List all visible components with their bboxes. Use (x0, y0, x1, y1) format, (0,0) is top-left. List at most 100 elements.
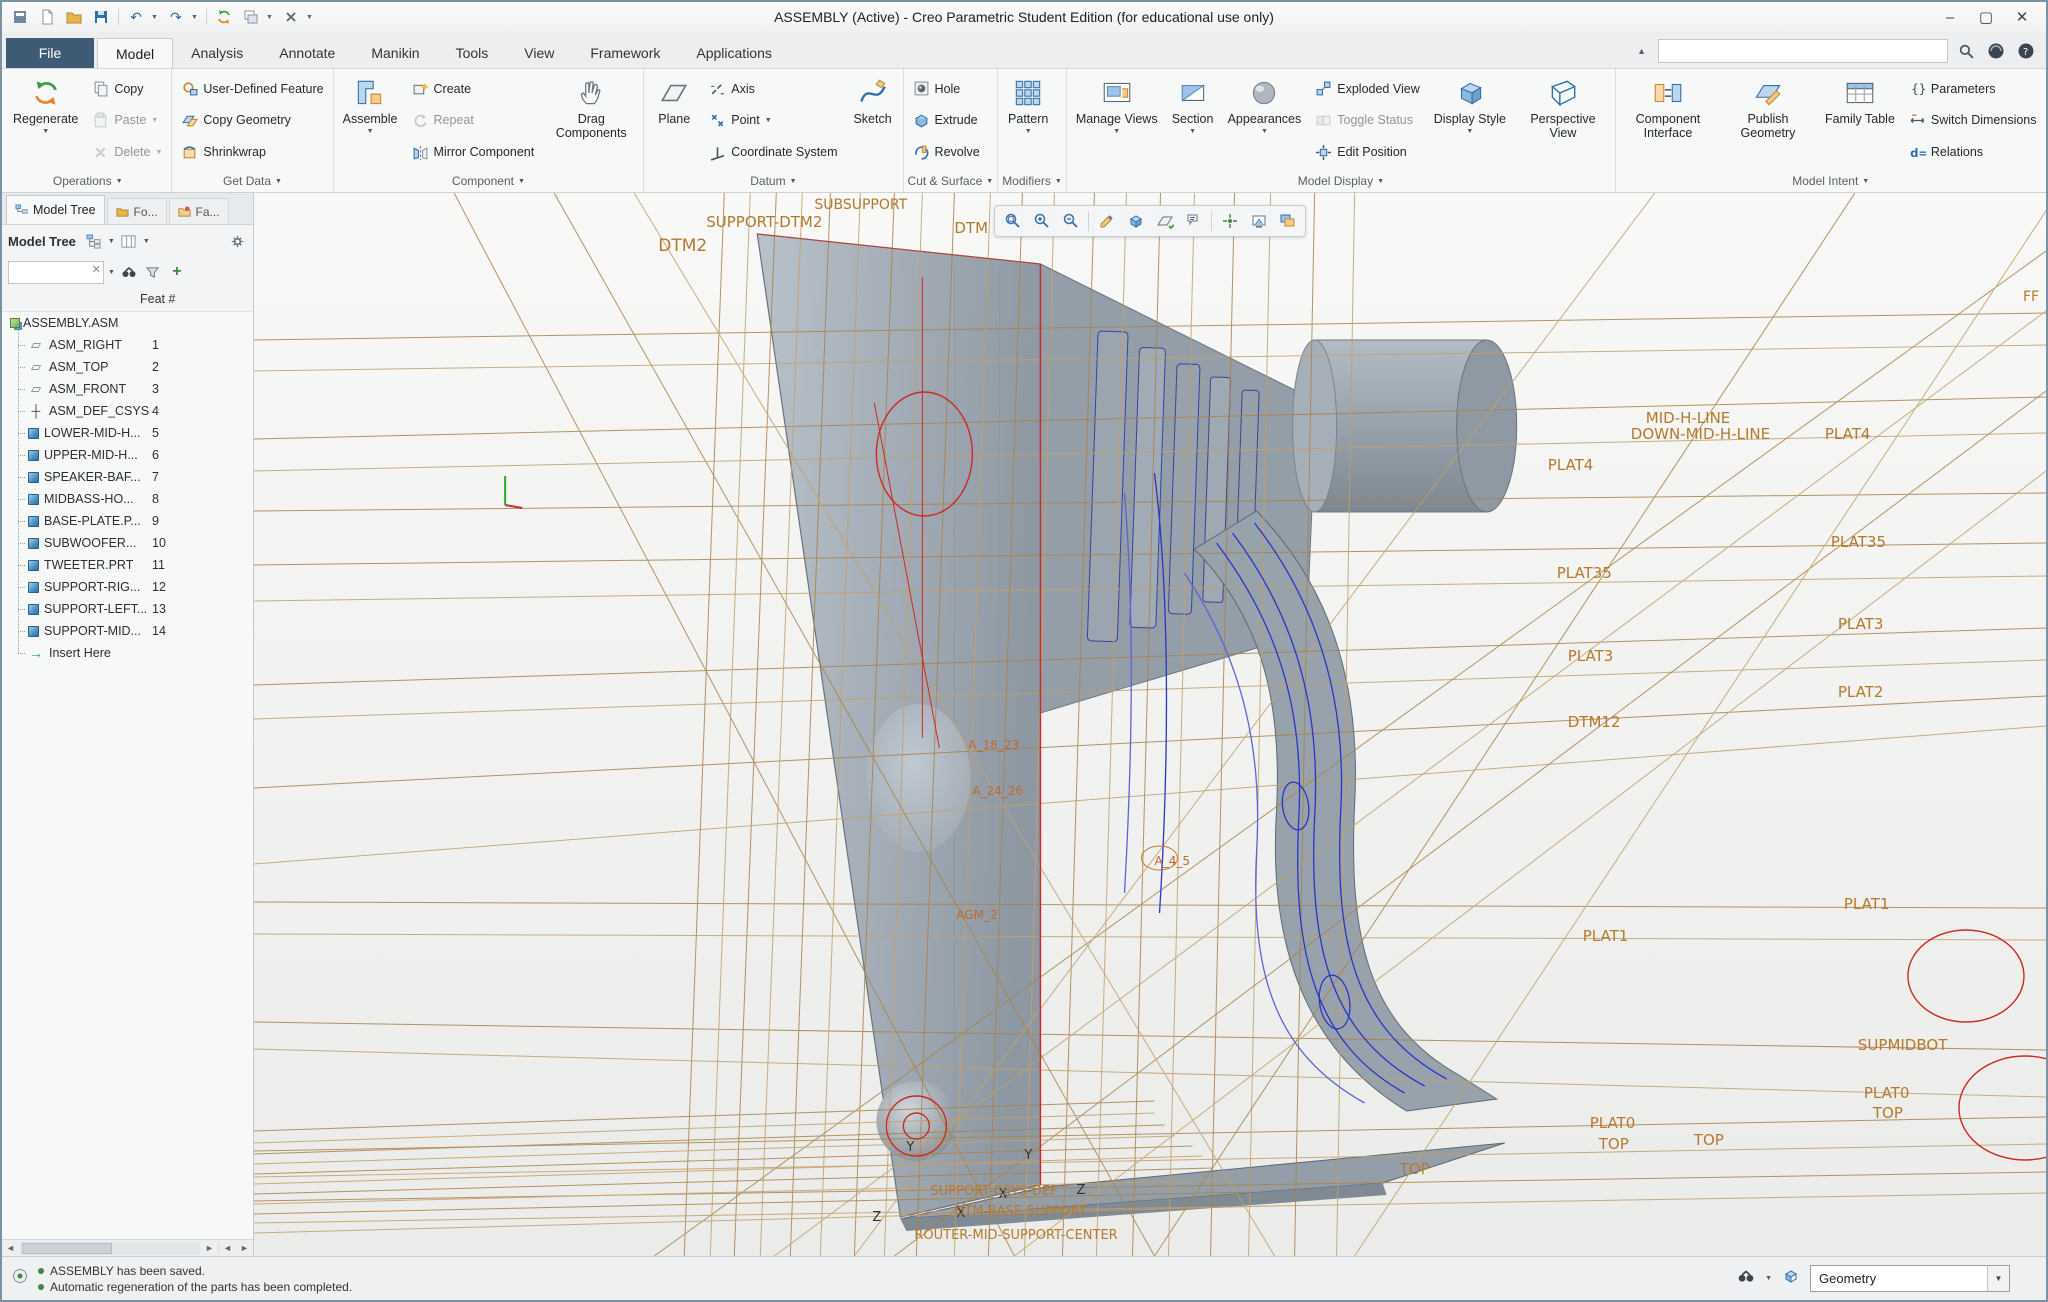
datum-label[interactable]: PLAT2 (1838, 683, 1884, 701)
spin-center-icon[interactable] (1216, 208, 1243, 234)
datum-label[interactable]: TOP (1598, 1135, 1629, 1153)
tab-annotate[interactable]: Annotate (261, 38, 353, 68)
regenerate-button[interactable]: Regenerate ▼ (8, 71, 83, 170)
datum-label[interactable]: DTM2 (658, 236, 707, 256)
tab-file[interactable]: File (6, 38, 94, 68)
filter-funnel-icon[interactable] (143, 262, 163, 282)
open-file-button[interactable] (62, 6, 86, 28)
create-component-button[interactable]: Create (407, 75, 540, 102)
search-tool-icon[interactable] (1737, 1267, 1755, 1290)
datum-label[interactable]: AGM_2 (956, 908, 997, 922)
help-icon[interactable]: ? (2014, 39, 2038, 63)
tab-model-tree[interactable]: Model Tree (6, 195, 105, 224)
datum-label[interactable]: PLAT3 (1568, 647, 1614, 665)
datum-label[interactable]: ROUTER-MID-SUPPORT-CENTER (914, 1228, 1117, 1243)
tab-favorites[interactable]: Fa... (169, 198, 229, 224)
tab-applications[interactable]: Applications (678, 38, 790, 68)
tree-row[interactable]: ASM_RIGHT 1 (2, 334, 253, 356)
command-search-input[interactable] (1658, 39, 1948, 63)
close-button[interactable]: ✕ (2004, 5, 2040, 29)
datum-plane-button[interactable]: Plane (648, 71, 700, 170)
tree-row[interactable]: ASM_FRONT 3 (2, 378, 253, 400)
copy-button[interactable]: Copy (87, 75, 167, 102)
datum-label[interactable]: DTM12 (1568, 713, 1621, 731)
tree-column-header[interactable]: Feat # (2, 287, 253, 312)
graphics-area[interactable]: DTM2SUPPORT-DTM2SUBSUPPORTDTMFFMID-H-LIN… (254, 193, 2046, 1256)
tree-horizontal-scrollbar[interactable]: ◄ ► ◄ ► (2, 1239, 253, 1256)
tree-settings-icon[interactable] (227, 231, 247, 251)
tree-row[interactable]: BASE-PLATE.P... 9 (2, 510, 253, 532)
clear-filter-icon[interactable]: ✕ (92, 265, 101, 276)
section-button[interactable]: Section ▼ (1167, 71, 1219, 170)
copy-geometry-button[interactable]: Copy Geometry (176, 107, 328, 134)
find-binoculars-icon[interactable] (119, 262, 139, 282)
regenerate-quick-button[interactable] (212, 6, 236, 28)
tree-row[interactable]: ASSEMBLY.ASM (2, 312, 253, 334)
hole-button[interactable]: Hole (908, 75, 985, 102)
redo-caret-icon[interactable]: ▼ (191, 14, 201, 21)
datum-label[interactable]: Y (1023, 1148, 1032, 1163)
datum-label[interactable]: PLAT0 (1590, 1114, 1636, 1132)
collapse-ribbon-button[interactable]: ▲ (1631, 44, 1652, 58)
component-interface-button[interactable]: Component Interface (1620, 71, 1716, 170)
window-switch-button[interactable] (239, 6, 263, 28)
message-log[interactable]: ASSEMBLY has been saved. Automatic regen… (38, 1264, 352, 1294)
datum-label[interactable]: TOP (1399, 1160, 1430, 1178)
combo-arrow-icon[interactable]: ▼ (1987, 1266, 2009, 1291)
perspective-view-button[interactable]: Perspective View (1515, 71, 1611, 170)
search-tool-caret[interactable]: ▼ (1765, 1275, 1772, 1282)
column-scroll-left-icon[interactable]: ◄ (219, 1243, 236, 1253)
scroll-left-icon[interactable]: ◄ (2, 1243, 19, 1253)
tree-row[interactable]: Insert Here (2, 642, 253, 664)
datum-label[interactable]: SUPMIDBOT (1858, 1036, 1948, 1054)
support-arm[interactable] (1195, 511, 1497, 1111)
datum-axis-button[interactable]: Axis (704, 75, 842, 102)
selection-filter-combo[interactable]: Geometry ▼ (1810, 1265, 2010, 1292)
add-filter-icon[interactable]: + (167, 262, 187, 282)
switch-dimensions-button[interactable]: Switch Dimensions (1904, 107, 2042, 134)
manage-views-button[interactable]: Manage Views ▼ (1071, 71, 1163, 170)
saved-orientations-icon[interactable] (1245, 208, 1272, 234)
publish-geometry-button[interactable]: Publish Geometry (1720, 71, 1816, 170)
tree-row[interactable]: SUPPORT-LEFT... 13 (2, 598, 253, 620)
creo-app-icon[interactable] (8, 6, 32, 28)
tweeter-cylinder[interactable] (1293, 340, 1517, 512)
close-window-button[interactable] (279, 6, 303, 28)
datum-label[interactable]: TOP (1872, 1104, 1903, 1122)
annotation-display-icon[interactable] (1180, 208, 1207, 234)
tab-model[interactable]: Model (97, 38, 173, 68)
refit-icon[interactable] (999, 208, 1026, 234)
tree-row[interactable]: SUBWOOFER... 10 (2, 532, 253, 554)
undo-button[interactable]: ↶ (124, 6, 148, 28)
tree-columns-caret[interactable]: ▼ (143, 238, 150, 245)
group-label-modifiers[interactable]: Modifiers▼ (1002, 170, 1062, 192)
datum-label[interactable]: PLAT4 (1548, 456, 1594, 474)
edit-position-button[interactable]: Edit Position (1310, 139, 1424, 166)
group-label-component[interactable]: Component▼ (338, 170, 640, 192)
group-label-model-display[interactable]: Model Display▼ (1071, 170, 1611, 192)
datum-point-button[interactable]: Point ▼ (704, 107, 842, 134)
pattern-button[interactable]: Pattern ▼ (1002, 71, 1054, 170)
datum-label[interactable]: PLAT3 (1838, 615, 1884, 633)
datum-label[interactable]: PLAT0 (1864, 1084, 1910, 1102)
redo-button[interactable]: ↷ (164, 6, 188, 28)
select-items-icon[interactable] (1782, 1267, 1800, 1290)
status-sphere-icon[interactable] (1984, 39, 2008, 63)
tree-row[interactable]: SUPPORT-RIG... 12 (2, 576, 253, 598)
datum-label[interactable]: PLAT35 (1557, 564, 1612, 582)
zoom-in-icon[interactable] (1028, 208, 1055, 234)
tree-row[interactable]: ASM_DEF_CSYS 4 (2, 400, 253, 422)
group-label-datum[interactable]: Datum▼ (648, 170, 898, 192)
datum-label[interactable]: DTM-BASE-SUPPORT (954, 1204, 1086, 1219)
view-manager-icon[interactable] (1274, 208, 1301, 234)
user-defined-feature-button[interactable]: User-Defined Feature (176, 75, 328, 102)
new-file-button[interactable] (35, 6, 59, 28)
group-label-operations[interactable]: Operations▼ (8, 170, 167, 192)
window-caret-icon[interactable]: ▼ (266, 14, 276, 21)
tree-hierarchy-caret[interactable]: ▼ (108, 238, 115, 245)
maximize-button[interactable]: ▢ (1968, 5, 2004, 29)
tab-tools[interactable]: Tools (438, 38, 507, 68)
datum-label[interactable]: Z (872, 1210, 881, 1225)
scroll-right-icon[interactable]: ► (201, 1243, 218, 1253)
tree-row[interactable]: SUPPORT-MID... 14 (2, 620, 253, 642)
